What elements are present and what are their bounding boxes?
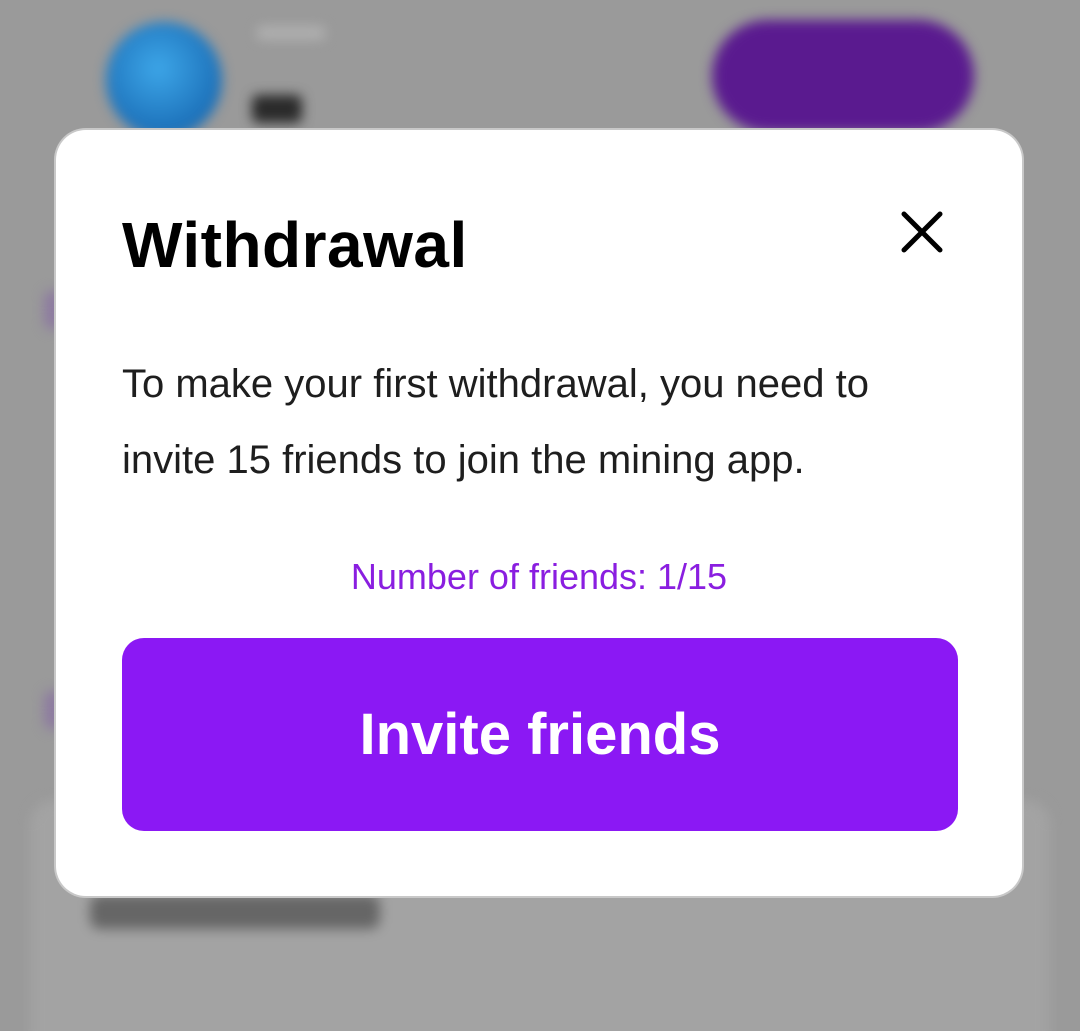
background-card-title-placeholder [90,895,380,929]
background-balance-placeholder [252,95,302,123]
modal-message: To make your first withdrawal, you need … [122,362,870,482]
invite-friends-button[interactable]: Invite friends [122,638,958,831]
background-username-placeholder [256,26,326,40]
friends-count-status: Number of friends: 1/15 [350,556,728,597]
withdrawal-modal: Withdrawal To make your first withdrawal… [56,130,1022,896]
modal-title: Withdrawal [122,209,468,281]
avatar [106,22,222,138]
close-icon [901,211,943,253]
close-button[interactable] [894,204,950,260]
background-action-button [712,20,974,132]
